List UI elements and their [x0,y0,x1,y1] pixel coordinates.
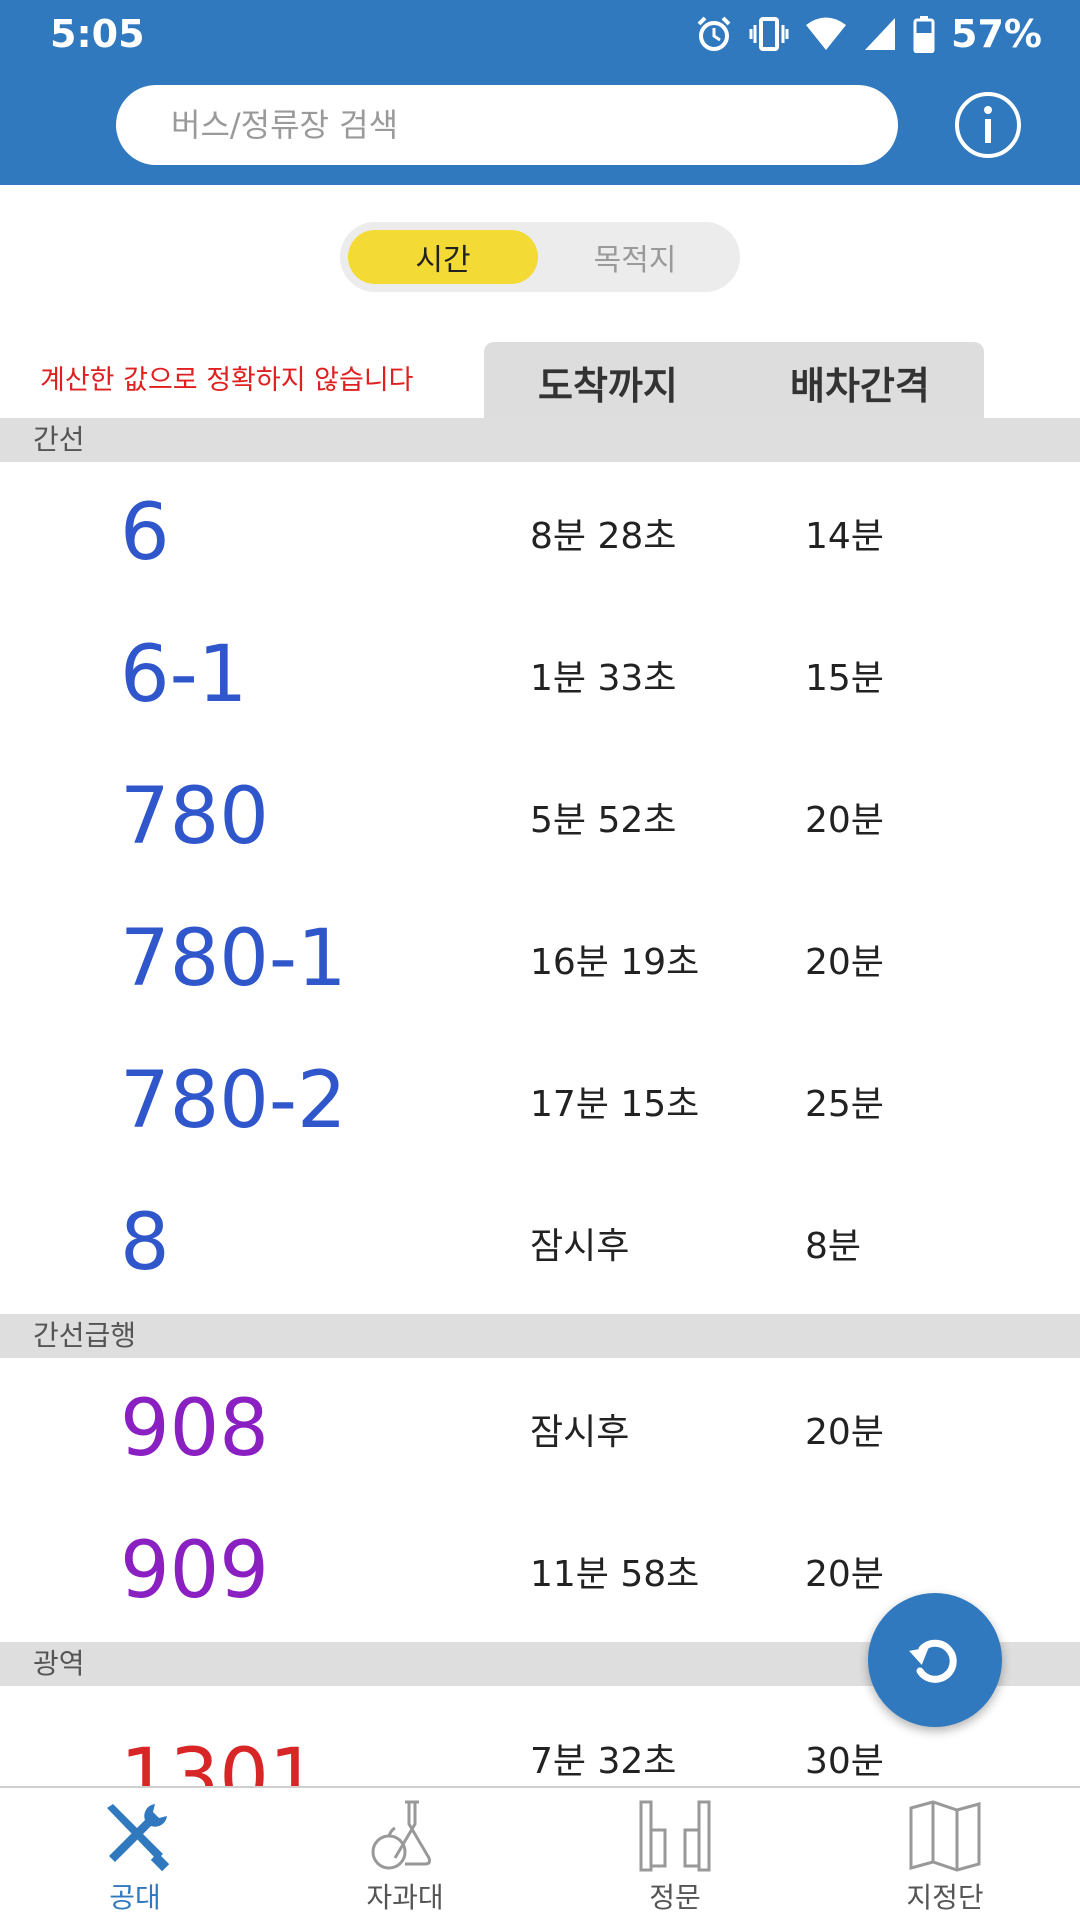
column-arrival: 도착까지 [538,364,678,408]
arrival-time: 16분 19초 [530,942,700,983]
nav-label: 지정단 [906,1881,984,1914]
nav-label: 공대 [109,1881,161,1914]
route-number: 6-1 [120,630,248,720]
tools-icon [107,1804,170,1872]
dispatch-interval: 20분 [805,800,884,841]
route-number: 6 [120,488,170,578]
wifi-icon [806,17,847,50]
section-header: 간선급행 [0,1314,1080,1358]
app-header: 5:05 57% [0,0,1080,185]
bus-row[interactable]: 780 5분 52초 20분 [0,746,1080,888]
bus-row[interactable]: 780-2 17분 15초 25분 [0,1030,1080,1172]
route-number: 780-1 [120,914,347,1004]
bottom-nav: 공대 자과대 정문 지정단 [0,1786,1080,1920]
alarm-icon [697,16,731,51]
nav-label: 자과대 [366,1881,444,1914]
dispatch-interval: 20분 [805,1554,884,1595]
dispatch-interval: 8분 [805,1226,862,1267]
nav-item-engineering[interactable]: 공대 [0,1788,270,1920]
refresh-icon [909,1639,957,1683]
bus-row[interactable]: 8 잠시후 8분 [0,1172,1080,1314]
toggle-time[interactable]: 시간 [348,230,538,284]
dispatch-interval: 20분 [805,1412,884,1453]
route-number: 780-2 [120,1056,347,1146]
bus-row[interactable]: 6 8분 28초 14분 [0,462,1080,604]
nav-label: 정문 [649,1881,701,1914]
accuracy-notice: 계산한 값으로 정확하지 않습니다 [40,365,414,396]
route-number: 780 [120,772,269,862]
search-input[interactable] [116,85,898,165]
status-bar: 5:05 57% [0,0,1080,70]
arrival-time: 1분 33초 [530,658,677,699]
arrival-time: 7분 32초 [530,1741,677,1782]
arrival-time: 8분 28초 [530,516,677,557]
nav-item-main-gate[interactable]: 정문 [540,1788,810,1920]
map-icon [909,1800,981,1872]
search-box[interactable] [116,85,898,165]
view-toggle: 시간 목적지 [340,222,740,292]
column-interval: 배차간격 [790,364,930,408]
dispatch-interval: 30분 [805,1741,884,1782]
battery-percent: 57% [951,12,1042,56]
battery-icon [913,16,935,53]
bus-list: 간선 6 8분 28초 14분 6-1 1분 33초 15분 780 5분 52… [0,418,1080,1786]
bus-row[interactable]: 908 잠시후 20분 [0,1358,1080,1500]
status-time: 5:05 [50,12,145,56]
arrival-time: 11분 58초 [530,1554,700,1595]
route-number: 8 [120,1198,170,1288]
dispatch-interval: 14분 [805,516,884,557]
toggle-destination[interactable]: 목적지 [540,230,730,284]
refresh-button[interactable] [868,1593,1002,1727]
arrival-time: 17분 15초 [530,1084,700,1125]
route-number: 908 [120,1384,269,1474]
info-button[interactable] [955,92,1021,158]
status-icons: 57% [695,12,1042,56]
route-number: 909 [120,1526,269,1616]
nav-item-complex[interactable]: 지정단 [810,1788,1080,1920]
section-header: 간선 [0,418,1080,462]
arrival-time: 잠시후 [530,1412,630,1453]
gate-icon [639,1800,711,1872]
dispatch-interval: 25분 [805,1084,884,1125]
bus-row[interactable]: 6-1 1분 33초 15분 [0,604,1080,746]
science-icon [371,1800,431,1870]
arrival-time: 잠시후 [530,1226,630,1267]
nav-item-science[interactable]: 자과대 [270,1788,540,1920]
route-number: 1301 [120,1733,319,1786]
vibrate-icon [749,17,789,51]
arrival-time: 5분 52초 [530,800,677,841]
signal-icon [865,18,896,50]
info-icon [984,106,992,143]
bus-row[interactable]: 780-1 16분 19초 20분 [0,888,1080,1030]
dispatch-interval: 15분 [805,658,884,699]
dispatch-interval: 20분 [805,942,884,983]
